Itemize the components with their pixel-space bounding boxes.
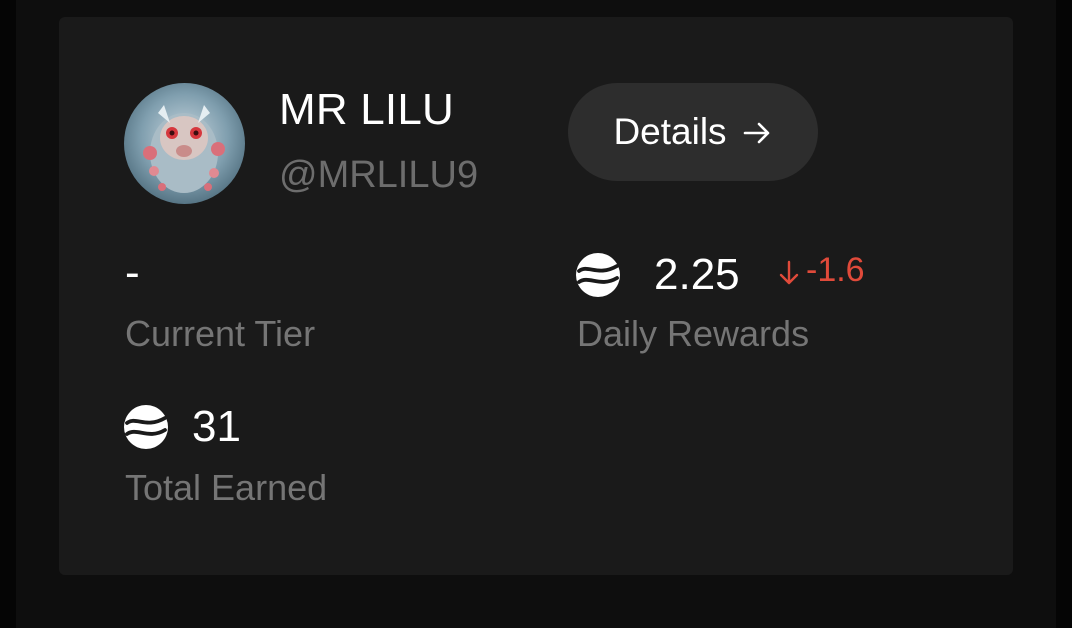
arrow-down-icon [778, 255, 800, 285]
details-button[interactable]: Details [568, 83, 818, 181]
current-tier-label: Current Tier [125, 313, 316, 354]
total-earned-value: 31 [192, 402, 241, 451]
daily-rewards-label: Daily Rewards [577, 313, 810, 354]
arrow-right-icon [741, 116, 773, 148]
token-icon [124, 405, 168, 449]
display-name: MR LILU [279, 85, 454, 134]
user-handle: @MRLILU9 [279, 154, 479, 196]
daily-rewards-value: 2.25 [654, 250, 740, 299]
daily-rewards-delta-value: -1.6 [806, 251, 865, 289]
daily-rewards-delta: -1.6 [778, 248, 865, 292]
details-button-label: Details [613, 111, 727, 152]
total-earned-label: Total Earned [125, 467, 328, 508]
current-tier-value: - [125, 248, 140, 297]
avatar [124, 83, 245, 204]
token-icon [576, 253, 620, 297]
